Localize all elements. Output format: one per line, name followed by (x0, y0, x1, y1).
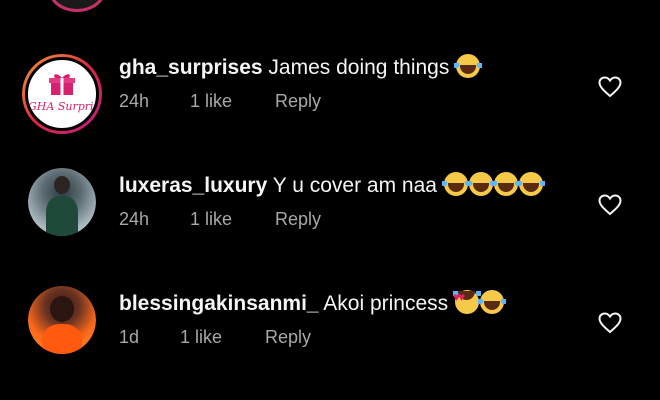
comment-meta: 24h 1 like Reply (119, 209, 570, 230)
avatar-logo-text: GHA Surprises (28, 100, 99, 113)
avatar-photo-head (54, 176, 70, 194)
comment-content: blessingakinsanmi_ Akoi princess 1d 1 li… (119, 290, 570, 348)
comment-likes[interactable]: 1 like (190, 91, 270, 112)
comment-meta: 24h 1 like Reply (119, 91, 570, 112)
avatar-photo (28, 286, 96, 354)
comment-meta: 1d 1 like Reply (119, 327, 570, 348)
reply-button[interactable]: Reply (275, 209, 321, 230)
comment-content: luxeras_luxury Y u cover am naa 24h 1 li… (119, 172, 570, 230)
comment-likes[interactable]: 1 like (180, 327, 260, 348)
comment-line: luxeras_luxury Y u cover am naa (119, 172, 570, 199)
username[interactable]: blessingakinsanmi_ (119, 292, 319, 315)
like-heart-icon[interactable] (598, 312, 622, 334)
avatar[interactable] (28, 168, 96, 236)
avatar[interactable] (28, 286, 96, 354)
avatar-photo-body (42, 324, 82, 354)
comment-item: blessingakinsanmi_ Akoi princess 1d 1 li… (0, 276, 660, 394)
reply-button[interactable]: Reply (265, 327, 311, 348)
comment-item: GHA Surprises gha_surprises James doing … (0, 40, 660, 158)
avatar-photo-head (50, 296, 74, 322)
comment-time: 24h (119, 209, 150, 229)
username[interactable]: luxeras_luxury (119, 174, 267, 197)
laughing-tears-emoji-icon (454, 54, 483, 78)
comment-time: 1d (119, 327, 140, 347)
previous-comment-avatar[interactable] (48, 0, 106, 12)
gift-icon (49, 74, 75, 95)
laughing-tears-emoji-icon (478, 290, 507, 314)
avatar-photo-body (46, 196, 78, 236)
laughing-tears-emoji-icon (466, 172, 495, 196)
avatar-logo: GHA Surprises (25, 57, 99, 131)
like-heart-icon[interactable] (598, 76, 622, 98)
comment-text: James doing things (268, 56, 450, 79)
comment-text: Akoi princess (323, 292, 449, 315)
laughing-tears-emoji-icon (491, 172, 520, 196)
laughing-tears-emoji-icon (441, 172, 470, 196)
comment-line: blessingakinsanmi_ Akoi princess (119, 290, 570, 317)
comment-text: Y u cover am naa (272, 174, 437, 197)
laughing-tears-emoji-icon (516, 172, 545, 196)
comment-item: luxeras_luxury Y u cover am naa 24h 1 li… (0, 158, 660, 276)
like-heart-icon[interactable] (598, 194, 622, 216)
username[interactable]: gha_surprises (119, 56, 263, 79)
heart-eyes-emoji-icon (453, 290, 482, 314)
comment-line: gha_surprises James doing things (119, 54, 570, 81)
avatar[interactable]: GHA Surprises (22, 54, 102, 134)
comment-content: gha_surprises James doing things 24h 1 l… (119, 54, 570, 112)
comment-time: 24h (119, 91, 150, 111)
avatar-photo (28, 168, 96, 236)
reply-button[interactable]: Reply (275, 91, 321, 112)
comment-likes[interactable]: 1 like (190, 209, 270, 230)
